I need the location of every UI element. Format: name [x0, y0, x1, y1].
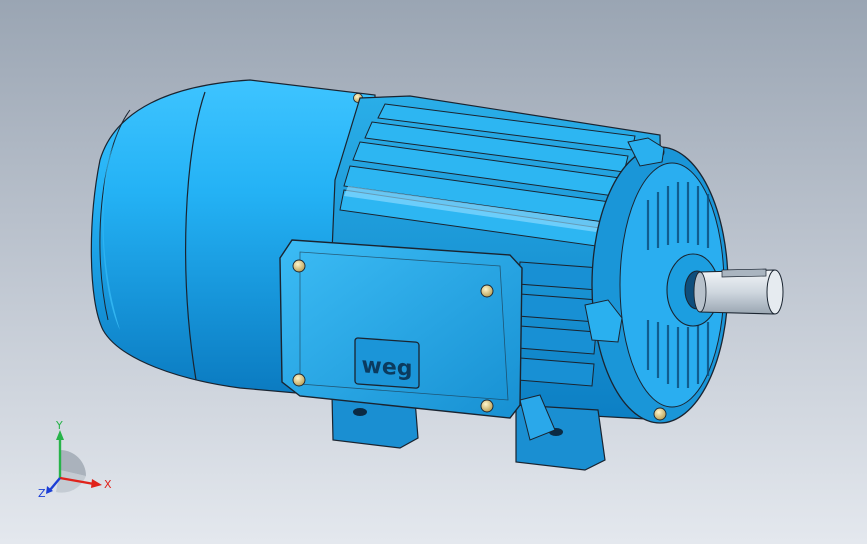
reference-triad[interactable]: Y X Z: [34, 420, 124, 510]
motor-3d-model[interactable]: weg: [0, 0, 867, 544]
terminal-box[interactable]: weg: [279, 239, 523, 419]
weg-logo-plate: weg: [354, 337, 420, 389]
x-axis-arrow-icon: [91, 479, 102, 488]
y-axis-label: Y: [55, 420, 63, 432]
screw-icon: [292, 373, 306, 387]
screw-icon: [480, 399, 494, 413]
screw-icon: [480, 284, 494, 298]
screw-icon: [292, 259, 306, 273]
graphics-viewport[interactable]: weg Y X Z: [0, 0, 867, 544]
output-shaft[interactable]: [693, 268, 784, 315]
weg-logo-text: weg: [362, 353, 413, 382]
x-axis-label: X: [104, 478, 112, 491]
z-axis-label: Z: [38, 487, 46, 500]
screw-icon: [653, 407, 667, 421]
